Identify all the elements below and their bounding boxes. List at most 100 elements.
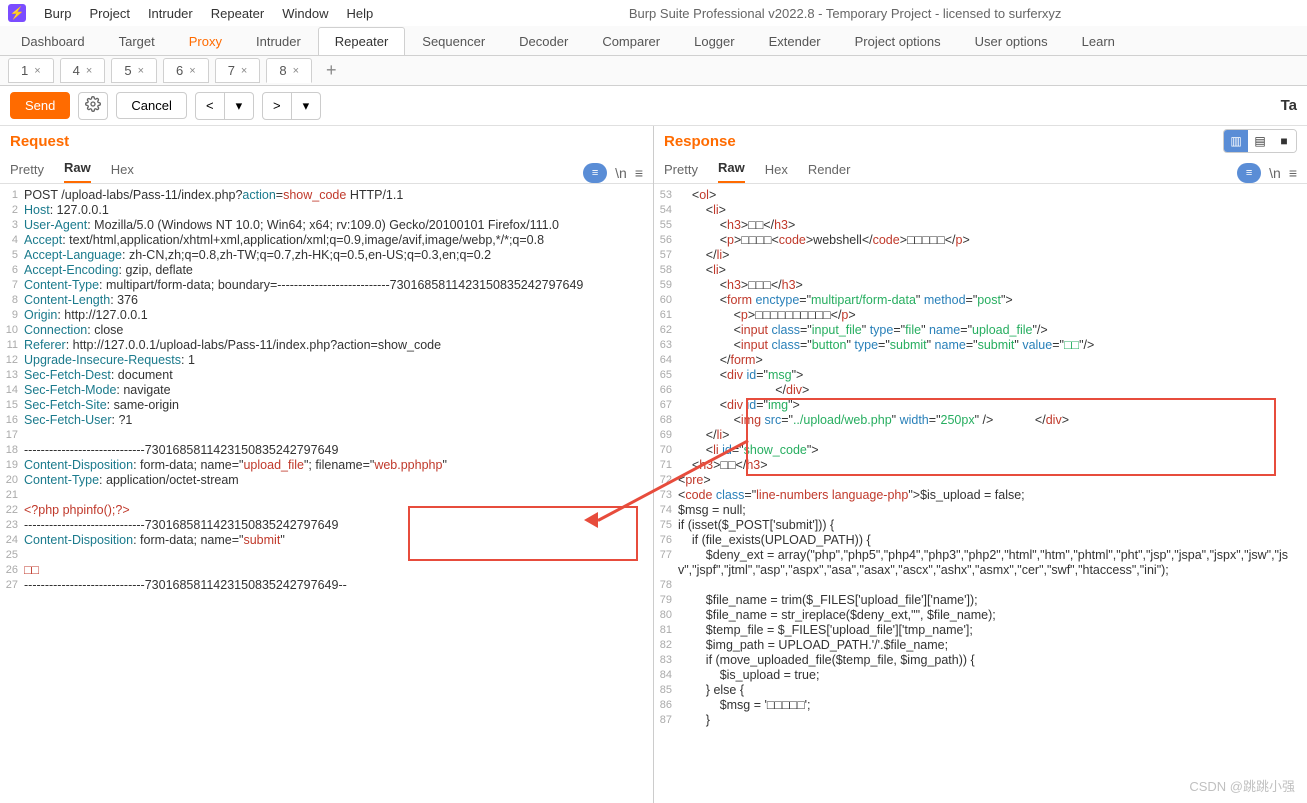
sub-tab-5[interactable]: 5× — [111, 58, 157, 83]
list-icon: ≡ — [592, 167, 598, 179]
line-content: □□ — [24, 563, 653, 578]
view-tab-hex[interactable]: Hex — [765, 162, 788, 183]
code-line: 60 <form enctype="multipart/form-data" m… — [654, 293, 1307, 308]
close-icon[interactable]: × — [86, 65, 92, 77]
main-tab-extender[interactable]: Extender — [752, 27, 838, 55]
main-tab-logger[interactable]: Logger — [677, 27, 751, 55]
code-line: 53 <ol> — [654, 188, 1307, 203]
sub-tab-6[interactable]: 6× — [163, 58, 209, 83]
view-tab-raw[interactable]: Raw — [64, 160, 91, 183]
close-icon[interactable]: × — [34, 65, 40, 77]
code-line: 85 } else { — [654, 683, 1307, 698]
code-line: 13Sec-Fetch-Dest: document — [0, 368, 653, 383]
line-number: 20 — [0, 473, 24, 488]
response-editor[interactable]: 53 <ol>54 <li>55 <h3>□□</h3>56 <p>□□□□<c… — [654, 184, 1307, 803]
line-number: 80 — [654, 608, 678, 623]
view-tab-hex[interactable]: Hex — [111, 162, 134, 183]
sub-tab-7[interactable]: 7× — [215, 58, 261, 83]
layout-split-vertical[interactable]: ▥ — [1224, 130, 1248, 152]
line-content: </li> — [678, 428, 1307, 443]
line-number: 72 — [654, 473, 678, 488]
main-tab-learn[interactable]: Learn — [1065, 27, 1132, 55]
response-view-tabs: Pretty Raw Hex Render ≡ \n ≡ — [654, 156, 1307, 184]
main-tab-dashboard[interactable]: Dashboard — [4, 27, 102, 55]
main-tab-project-options[interactable]: Project options — [838, 27, 958, 55]
line-content: <h3>□□</h3> — [678, 218, 1307, 233]
add-tab-button[interactable]: + — [318, 60, 345, 81]
view-tab-raw[interactable]: Raw — [718, 160, 745, 183]
code-line: 7Content-Type: multipart/form-data; boun… — [0, 278, 653, 293]
code-line: 55 <h3>□□</h3> — [654, 218, 1307, 233]
view-tab-render[interactable]: Render — [808, 162, 851, 183]
code-line: 6Accept-Encoding: gzip, deflate — [0, 263, 653, 278]
menu-project[interactable]: Project — [89, 6, 129, 21]
sub-tab-8[interactable]: 8× — [266, 58, 312, 83]
line-number: 86 — [654, 698, 678, 713]
line-number: 2 — [0, 203, 24, 218]
main-tab-sequencer[interactable]: Sequencer — [405, 27, 502, 55]
code-line: 58 <li> — [654, 263, 1307, 278]
layout-single[interactable]: ■ — [1272, 130, 1296, 152]
close-icon[interactable]: × — [293, 65, 299, 77]
view-tab-pretty[interactable]: Pretty — [10, 162, 44, 183]
request-editor[interactable]: 1POST /upload-labs/Pass-11/index.php?act… — [0, 184, 653, 803]
newline-icon[interactable]: \n — [615, 165, 627, 181]
main-tab-decoder[interactable]: Decoder — [502, 27, 585, 55]
chevron-down-icon: ▾ — [303, 98, 310, 114]
menu-help[interactable]: Help — [346, 6, 373, 21]
menu-window[interactable]: Window — [282, 6, 328, 21]
code-line: 76 if (file_exists(UPLOAD_PATH)) { — [654, 533, 1307, 548]
code-line: 75if (isset($_POST['submit'])) { — [654, 518, 1307, 533]
sub-tab-4[interactable]: 4× — [60, 58, 106, 83]
main-tab-user-options[interactable]: User options — [958, 27, 1065, 55]
menu-icon[interactable]: ≡ — [635, 165, 643, 181]
sub-tab-label: 8 — [279, 63, 286, 78]
close-icon[interactable]: × — [189, 65, 195, 77]
view-tab-pretty[interactable]: Pretty — [664, 162, 698, 183]
close-icon[interactable]: × — [241, 65, 247, 77]
actions-chip[interactable]: ≡ — [1237, 163, 1261, 183]
code-line: 87 } — [654, 713, 1307, 728]
settings-button[interactable] — [78, 92, 108, 120]
menu-repeater[interactable]: Repeater — [211, 6, 264, 21]
code-line: 62 <input class="input_file" type="file"… — [654, 323, 1307, 338]
menu-burp[interactable]: Burp — [44, 6, 71, 21]
chevron-right-icon: > — [273, 98, 281, 113]
line-content: <p>□□□□<code>webshell</code>□□□□□</p> — [678, 233, 1307, 248]
line-content: Sec-Fetch-Dest: document — [24, 368, 653, 383]
line-number: 65 — [654, 368, 678, 383]
response-title: Response — [664, 133, 1223, 150]
code-line: 24Content-Disposition: form-data; name="… — [0, 533, 653, 548]
main-tab-target[interactable]: Target — [102, 27, 172, 55]
actions-chip[interactable]: ≡ — [583, 163, 607, 183]
send-button[interactable]: Send — [10, 92, 70, 119]
back-dropdown-button[interactable]: ▾ — [224, 92, 254, 120]
code-line: 57 </li> — [654, 248, 1307, 263]
main-tab-intruder[interactable]: Intruder — [239, 27, 318, 55]
code-line: 19Content-Disposition: form-data; name="… — [0, 458, 653, 473]
code-line: 86 $msg = '□□□□□'; — [654, 698, 1307, 713]
line-content: <img src="../upload/web.php" width="250p… — [678, 413, 1307, 428]
sub-tab-1[interactable]: 1× — [8, 58, 54, 83]
forward-button[interactable]: > — [262, 92, 292, 120]
code-line: 83 if (move_uploaded_file($temp_file, $i… — [654, 653, 1307, 668]
menu-intruder[interactable]: Intruder — [148, 6, 193, 21]
code-line: 70 <li id="show_code"> — [654, 443, 1307, 458]
code-line: 80 $file_name = str_ireplace($deny_ext,"… — [654, 608, 1307, 623]
cancel-button[interactable]: Cancel — [116, 92, 186, 119]
line-content: Accept-Language: zh-CN,zh;q=0.8,zh-TW;q=… — [24, 248, 653, 263]
code-line: 68 <img src="../upload/web.php" width="2… — [654, 413, 1307, 428]
menu-icon[interactable]: ≡ — [1289, 165, 1297, 181]
forward-dropdown-button[interactable]: ▾ — [291, 92, 321, 120]
main-tab-proxy[interactable]: Proxy — [172, 27, 239, 55]
close-icon[interactable]: × — [138, 65, 144, 77]
main-tab-repeater[interactable]: Repeater — [318, 27, 405, 55]
layout-split-horizontal[interactable]: ▤ — [1248, 130, 1272, 152]
newline-icon[interactable]: \n — [1269, 165, 1281, 181]
main-tab-comparer[interactable]: Comparer — [585, 27, 677, 55]
history-back-group: < ▾ — [195, 92, 254, 120]
columns-icon: ▥ — [1230, 134, 1241, 148]
line-number: 10 — [0, 323, 24, 338]
line-number: 77 — [654, 548, 678, 578]
back-button[interactable]: < — [195, 92, 225, 120]
